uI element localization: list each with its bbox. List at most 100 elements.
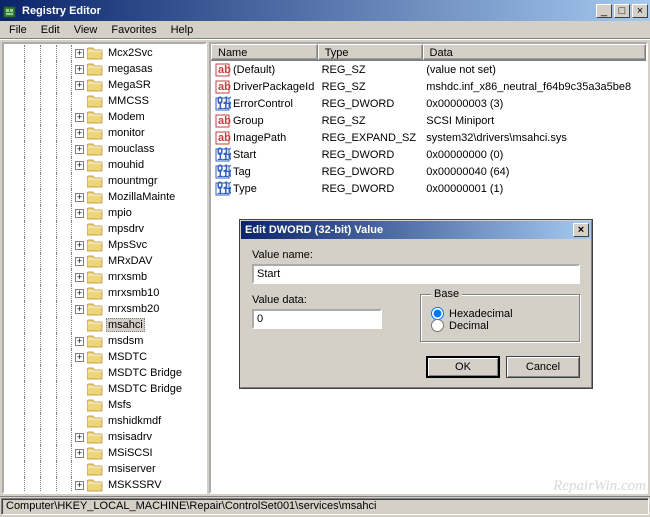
tree-item[interactable]: mountmgr (4, 173, 205, 189)
tree-label[interactable]: megasas (106, 63, 155, 75)
expand-icon[interactable]: + (75, 129, 84, 138)
tree-item[interactable]: + mouhid (4, 157, 205, 173)
tree-item[interactable]: msahci (4, 317, 205, 333)
tree-item[interactable]: MSDTC Bridge (4, 365, 205, 381)
column-header[interactable]: Type (318, 44, 423, 60)
tree-label[interactable]: mountmgr (106, 175, 160, 187)
list-row[interactable]: ErrorControlREG_DWORD0x00000003 (3) (211, 95, 646, 112)
tree-label[interactable]: MpsSvc (106, 239, 149, 251)
tree-item[interactable]: + MSiSCSI (4, 445, 205, 461)
tree-item[interactable]: + msisadrv (4, 429, 205, 445)
tree-label[interactable]: mshidkmdf (106, 415, 163, 427)
tree-label[interactable]: MRxDAV (106, 255, 154, 267)
tree-item[interactable]: + Mcx2Svc (4, 45, 205, 61)
expand-icon[interactable]: + (75, 81, 84, 90)
tree-item[interactable]: +mrxsmb (4, 269, 205, 285)
column-header[interactable]: Data (423, 44, 646, 60)
expand-icon[interactable]: + (75, 481, 84, 490)
tree-label[interactable]: mrxsmb10 (106, 287, 161, 299)
tree-label[interactable]: Msfs (106, 399, 133, 411)
tree-item[interactable]: + MegaSR (4, 77, 205, 93)
tree-label[interactable]: msdsm (106, 335, 145, 347)
expand-icon[interactable]: + (75, 241, 84, 250)
tree-label[interactable]: mouhid (106, 159, 146, 171)
tree-item[interactable]: + Modem (4, 109, 205, 125)
tree-label[interactable]: MSiSCSI (106, 447, 155, 459)
tree-item[interactable]: + MpsSvc (4, 237, 205, 253)
tree-label[interactable]: msisadrv (106, 431, 154, 443)
list-row[interactable]: (Default)REG_SZ(value not set) (211, 61, 646, 78)
minimize-button[interactable]: _ (596, 4, 612, 18)
close-button[interactable]: × (632, 4, 648, 18)
expand-icon[interactable]: + (75, 289, 84, 298)
list-row[interactable]: TagREG_DWORD0x00000040 (64) (211, 163, 646, 180)
expand-icon[interactable]: + (75, 209, 84, 218)
tree-label[interactable]: MozillaMainte (106, 191, 177, 203)
tree-item[interactable]: + mrxsmb20 (4, 301, 205, 317)
tree-label[interactable]: mpsdrv (106, 223, 146, 235)
tree-item[interactable]: + MSKSSRV (4, 477, 205, 493)
list-row[interactable]: ImagePathREG_EXPAND_SZsystem32\drivers\m… (211, 129, 646, 146)
menu-favorites[interactable]: Favorites (104, 22, 163, 38)
valuename-input[interactable] (252, 264, 580, 284)
list-row[interactable]: TypeREG_DWORD0x00000001 (1) (211, 180, 646, 197)
menu-edit[interactable]: Edit (34, 22, 67, 38)
expand-icon[interactable]: + (75, 113, 84, 122)
tree-item[interactable]: msiserver (4, 461, 205, 477)
column-header[interactable]: Name (211, 44, 318, 60)
tree-item[interactable]: + mpio (4, 205, 205, 221)
tree-label[interactable]: monitor (106, 127, 147, 139)
tree-label[interactable]: mrxsmb20 (106, 303, 161, 315)
tree-item[interactable]: + msdsm (4, 333, 205, 349)
tree-label[interactable]: MegaSR (106, 79, 153, 91)
expand-icon[interactable]: + (75, 433, 84, 442)
ok-button[interactable]: OK (426, 356, 500, 378)
tree-item[interactable]: + monitor (4, 125, 205, 141)
tree-item[interactable]: + mouclass (4, 141, 205, 157)
dialog-titlebar[interactable]: Edit DWORD (32-bit) Value × (241, 221, 591, 239)
tree-item[interactable]: Msfs (4, 397, 205, 413)
menu-help[interactable]: Help (164, 22, 201, 38)
tree-item[interactable]: + MRxDAV (4, 253, 205, 269)
tree-label[interactable]: mouclass (106, 143, 156, 155)
dialog-close-button[interactable]: × (573, 223, 589, 237)
maximize-button[interactable]: □ (614, 4, 630, 18)
expand-icon[interactable]: + (75, 305, 84, 314)
tree-label[interactable]: msahci (106, 318, 145, 332)
expand-icon[interactable]: + (75, 337, 84, 346)
tree-label[interactable]: MMCSS (106, 95, 151, 107)
tree-label[interactable]: MSDTC (106, 351, 149, 363)
expand-icon[interactable]: + (75, 257, 84, 266)
dec-radio[interactable]: Decimal (431, 319, 569, 332)
list-row[interactable]: StartREG_DWORD0x00000000 (0) (211, 146, 646, 163)
tree-item[interactable]: + megasas (4, 61, 205, 77)
list-row[interactable]: DriverPackageIdREG_SZmshdc.inf_x86_neutr… (211, 78, 646, 95)
tree-item[interactable]: + MozillaMainte (4, 189, 205, 205)
tree-label[interactable]: MSKSSRV (106, 479, 164, 491)
expand-icon[interactable]: + (75, 65, 84, 74)
tree-label[interactable]: msiserver (106, 463, 158, 475)
expand-icon[interactable]: + (75, 49, 84, 58)
tree-label[interactable]: Modem (106, 111, 147, 123)
tree-item[interactable]: +MSPCLOCK (4, 493, 205, 494)
expand-icon[interactable]: + (75, 273, 84, 282)
cancel-button[interactable]: Cancel (506, 356, 580, 378)
menu-view[interactable]: View (67, 22, 105, 38)
tree-panel[interactable]: + Mcx2Svc + megasas + MegaSR MMCSS + Modem + monit… (2, 42, 207, 494)
tree-item[interactable]: mshidkmdf (4, 413, 205, 429)
expand-icon[interactable]: + (75, 449, 84, 458)
tree-item[interactable]: mpsdrv (4, 221, 205, 237)
list-row[interactable]: GroupREG_SZSCSI Miniport (211, 112, 646, 129)
tree-item[interactable]: MSDTC Bridge (4, 381, 205, 397)
tree-item[interactable]: +MSDTC (4, 349, 205, 365)
tree-item[interactable]: + mrxsmb10 (4, 285, 205, 301)
tree-label[interactable]: mpio (106, 207, 134, 219)
tree-label[interactable]: Mcx2Svc (106, 47, 155, 59)
expand-icon[interactable]: + (75, 193, 84, 202)
expand-icon[interactable]: + (75, 145, 84, 154)
tree-label[interactable]: MSDTC Bridge (106, 383, 184, 395)
tree-item[interactable]: MMCSS (4, 93, 205, 109)
valuedata-input[interactable] (252, 309, 382, 329)
expand-icon[interactable]: + (75, 161, 84, 170)
tree-label[interactable]: MSDTC Bridge (106, 367, 184, 379)
